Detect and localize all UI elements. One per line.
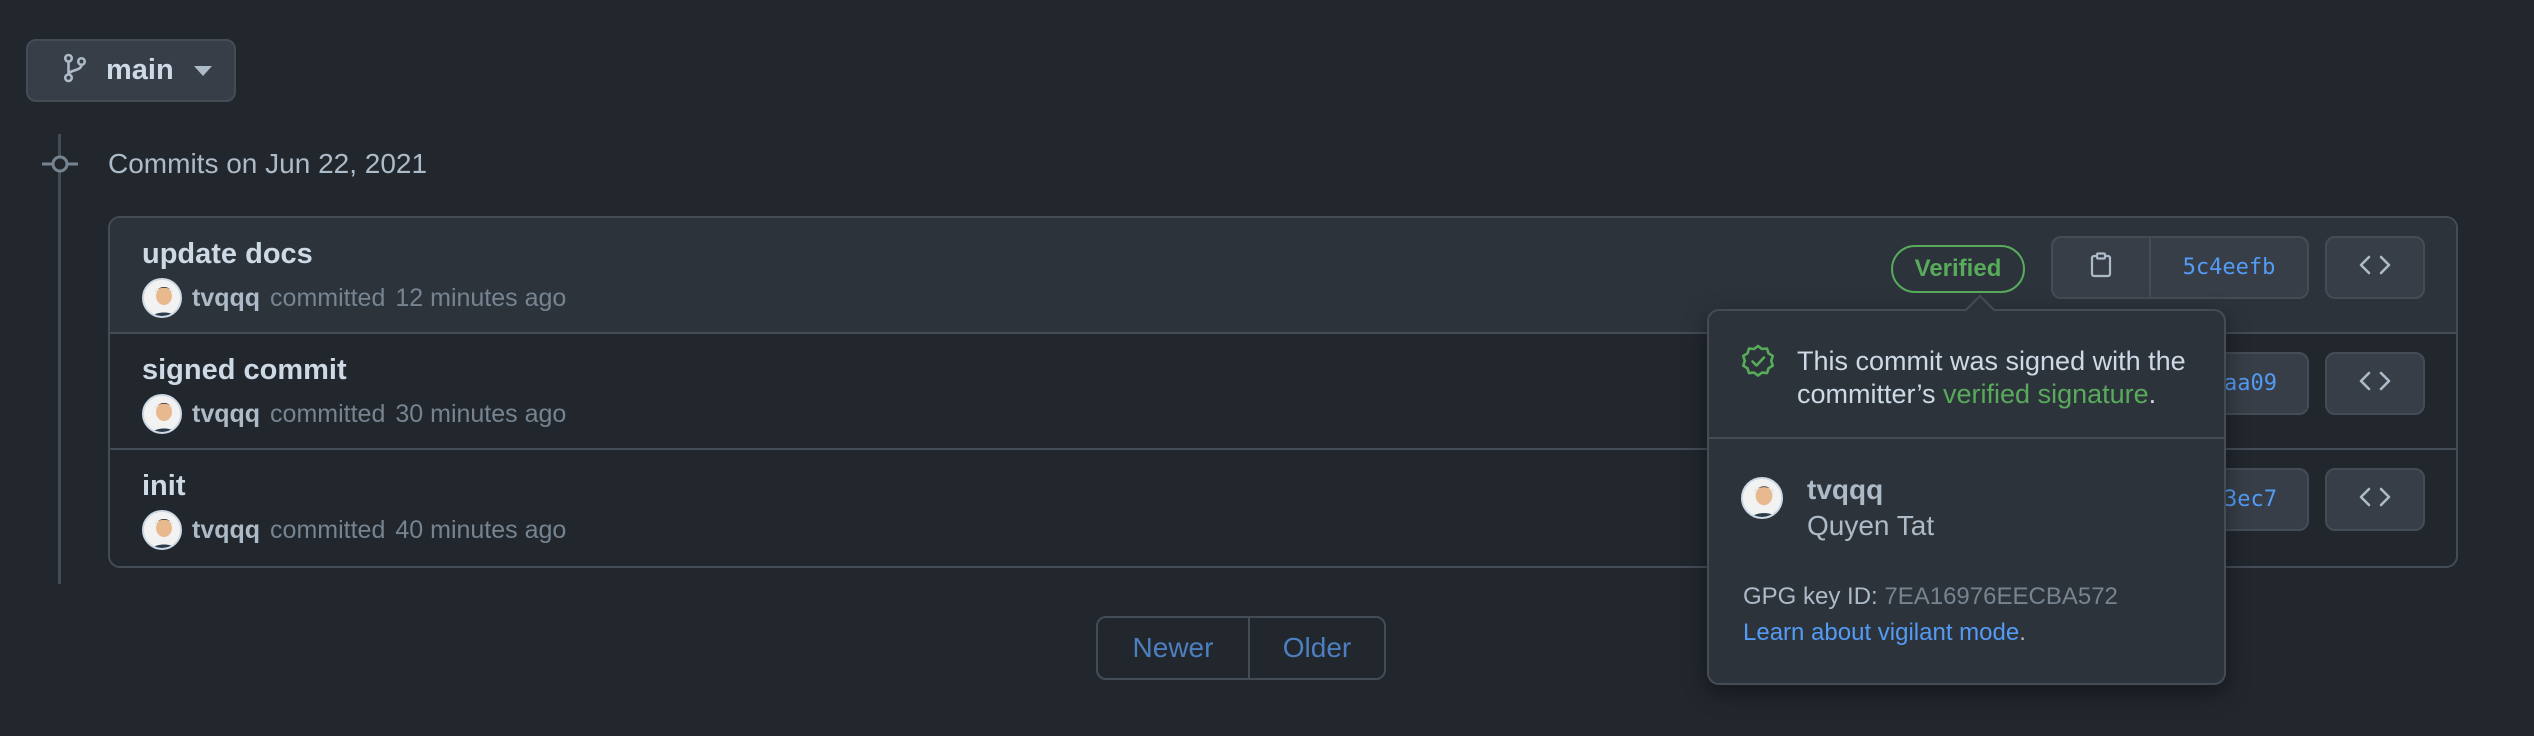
- avatar[interactable]: [142, 394, 182, 434]
- commit-message-link[interactable]: update docs: [142, 238, 313, 271]
- verified-check-icon: [1741, 344, 1775, 383]
- browse-repo-button[interactable]: [2325, 236, 2425, 299]
- commit-meta: tvqqq committed 30 minutes ago: [142, 394, 566, 434]
- avatar[interactable]: [142, 510, 182, 550]
- learn-link-end: .: [2019, 619, 2026, 646]
- commit-action: committed: [270, 399, 386, 428]
- popover-header: This commit was signed with the committe…: [1709, 311, 2224, 439]
- commit-time: 30 minutes ago: [395, 399, 567, 428]
- browse-repo-button[interactable]: [2325, 468, 2425, 531]
- commit-meta: tvqqq committed 12 minutes ago: [142, 278, 566, 318]
- gpg-key-line: GPG key ID: 7EA16976EECBA572: [1743, 583, 2118, 611]
- commit-message-link[interactable]: signed commit: [142, 354, 347, 387]
- verified-badge[interactable]: Verified: [1891, 245, 2025, 293]
- browse-repo-button[interactable]: [2325, 352, 2425, 415]
- commit-author-link[interactable]: tvqqq: [192, 284, 260, 313]
- commit-action: committed: [270, 283, 386, 312]
- verified-signature-text: verified signature: [1943, 379, 2149, 409]
- commits-page: main Commits on Jun 22, 2021 update docs…: [0, 0, 2534, 736]
- git-commit-icon: [42, 152, 78, 176]
- learn-vigilant-line: Learn about vigilant mode.: [1743, 619, 2026, 647]
- commit-action: committed: [270, 515, 386, 544]
- learn-vigilant-mode-link[interactable]: Learn about vigilant mode: [1743, 619, 2019, 646]
- signer-username[interactable]: tvqqq: [1807, 473, 1934, 507]
- signer-names: tvqqq Quyen Tat: [1807, 473, 1934, 545]
- commit-time: 12 minutes ago: [395, 283, 567, 312]
- gpg-key-label: GPG key ID:: [1743, 583, 1885, 610]
- newer-button[interactable]: Newer: [1098, 618, 1250, 678]
- signature-text-end: .: [2148, 379, 2157, 409]
- commit-time: 40 minutes ago: [395, 515, 567, 544]
- older-button[interactable]: Older: [1250, 618, 1384, 678]
- code-icon: [2358, 254, 2392, 281]
- signer-fullname: Quyen Tat: [1807, 510, 1935, 541]
- pagination: Newer Older: [1096, 616, 1386, 680]
- clipboard-icon: [2090, 252, 2112, 283]
- commit-author-link[interactable]: tvqqq: [192, 400, 260, 429]
- gpg-key-id: 7EA16976EECBA572: [1884, 583, 2118, 610]
- timeline-line: [58, 134, 61, 584]
- signature-popover: This commit was signed with the committe…: [1707, 294, 2226, 685]
- code-icon: [2358, 370, 2392, 397]
- code-icon: [2358, 486, 2392, 513]
- commits-date-heading: Commits on Jun 22, 2021: [108, 148, 428, 179]
- signer-info: tvqqq Quyen Tat: [1741, 473, 1934, 545]
- branch-label: main: [106, 54, 174, 86]
- copy-sha-button[interactable]: [2053, 238, 2151, 297]
- avatar[interactable]: [142, 278, 182, 318]
- git-branch-icon: [62, 53, 88, 88]
- sha-button-group: 5c4eefb: [2051, 236, 2309, 299]
- commit-message-link[interactable]: init: [142, 470, 186, 503]
- commit-meta: tvqqq committed 40 minutes ago: [142, 510, 566, 550]
- chevron-down-icon: [193, 65, 212, 76]
- signature-description: This commit was signed with the committe…: [1797, 345, 2207, 411]
- branch-selector-button[interactable]: main: [26, 39, 236, 102]
- avatar[interactable]: [1741, 477, 1783, 519]
- commit-author-link[interactable]: tvqqq: [192, 516, 260, 545]
- commit-sha-link[interactable]: 5c4eefb: [2151, 238, 2307, 297]
